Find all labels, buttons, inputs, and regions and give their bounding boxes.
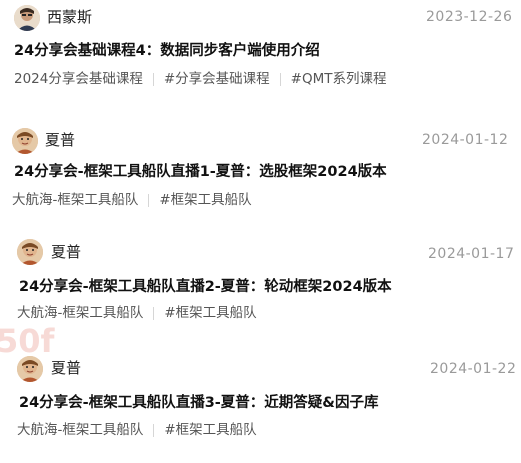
- tag-divider: [279, 72, 281, 86]
- post-date: 2024-01-12: [422, 132, 509, 148]
- avatar-portrait-icon: [17, 239, 43, 265]
- author-name[interactable]: 夏普: [51, 242, 81, 262]
- tag-list: 大航海-框架工具船队 #框架工具船队: [17, 420, 257, 440]
- post-item[interactable]: 夏普 2024-01-17 24分享会-框架工具船队直播2-夏普：轮动框架202…: [0, 236, 521, 346]
- tag-list: 大航海-框架工具船队 #框架工具船队: [12, 190, 252, 210]
- post-title[interactable]: 24分享会基础课程4：数据同步客户端使用介绍: [14, 40, 320, 62]
- post-item[interactable]: 西蒙斯 2023-12-26 24分享会基础课程4：数据同步客户端使用介绍 20…: [0, 0, 521, 110]
- post-date: 2023-12-26: [426, 9, 513, 25]
- author-name[interactable]: 夏普: [51, 358, 81, 378]
- tag-link[interactable]: 大航海-框架工具船队: [17, 303, 143, 323]
- post-title[interactable]: 24分享会-框架工具船队直播2-夏普：轮动框架2024版本: [19, 276, 392, 298]
- post-date: 2024-01-22: [430, 361, 517, 377]
- tag-divider: [153, 306, 155, 320]
- post-item[interactable]: 夏普 2024-01-12 24分享会-框架工具船队直播1-夏普：选股框架202…: [0, 124, 521, 234]
- tag-link[interactable]: #框架工具船队: [164, 420, 256, 440]
- tag-link[interactable]: #框架工具船队: [159, 190, 251, 210]
- post-title[interactable]: 24分享会-框架工具船队直播3-夏普：近期答疑&因子库: [19, 392, 378, 414]
- avatar[interactable]: [14, 5, 40, 31]
- tag-link[interactable]: 大航海-框架工具船队: [12, 190, 138, 210]
- author-name[interactable]: 夏普: [45, 130, 75, 150]
- tag-divider: [148, 193, 150, 207]
- post-title[interactable]: 24分享会-框架工具船队直播1-夏普：选股框架2024版本: [14, 161, 387, 183]
- tag-link[interactable]: 2024分享会基础课程: [14, 69, 143, 89]
- avatar[interactable]: [12, 128, 38, 154]
- avatar[interactable]: [17, 239, 43, 265]
- post-date: 2024-01-17: [428, 246, 515, 262]
- tag-divider: [153, 423, 155, 437]
- post-item[interactable]: 夏普 2024-01-22 24分享会-框架工具船队直播3-夏普：近期答疑&因子…: [0, 353, 521, 463]
- avatar-portrait-icon: [12, 128, 38, 154]
- avatar-portrait-icon: [14, 5, 40, 31]
- tag-link[interactable]: #分享会基础课程: [164, 69, 270, 89]
- author-name[interactable]: 西蒙斯: [47, 7, 92, 27]
- tag-divider: [152, 72, 154, 86]
- tag-link[interactable]: #框架工具船队: [164, 303, 256, 323]
- tag-list: 大航海-框架工具船队 #框架工具船队: [17, 303, 257, 323]
- tag-link[interactable]: #QMT系列课程: [291, 69, 387, 89]
- watermark: 50f: [0, 322, 55, 360]
- tag-list: 2024分享会基础课程 #分享会基础课程 #QMT系列课程: [14, 69, 387, 89]
- tag-link[interactable]: 大航海-框架工具船队: [17, 420, 143, 440]
